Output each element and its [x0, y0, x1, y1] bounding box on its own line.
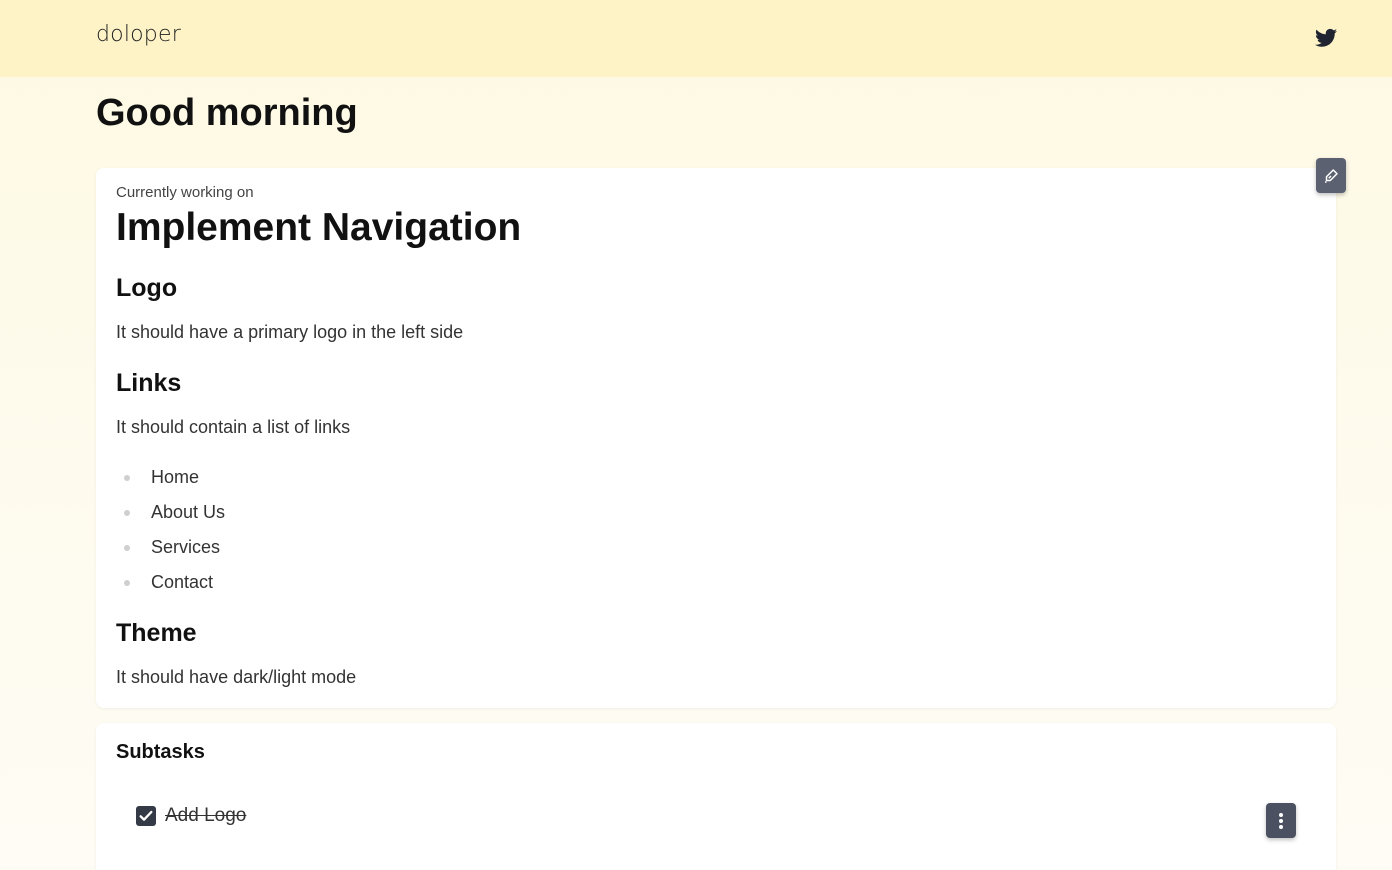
section-text-theme: It should have dark/light mode [116, 667, 357, 687]
section-text-logo: It should have a primary logo in the lef… [116, 322, 464, 342]
list-item-label: Services [151, 537, 221, 557]
edit-task-button[interactable] [1316, 158, 1346, 193]
section-heading-logo: Logo [116, 274, 178, 302]
section-text-links: It should contain a list of links [116, 417, 351, 437]
subtask-label[interactable]: Add Logo [165, 805, 246, 827]
brand-logo[interactable]: doloper [96, 22, 181, 47]
bullet-icon [124, 510, 130, 516]
subtasks-card: Subtasks Add Logo [96, 723, 1336, 870]
twitter-icon[interactable] [1315, 28, 1337, 48]
current-task-label: Currently working on [116, 184, 254, 201]
top-bar: doloper [0, 0, 1392, 77]
subtask-menu-button[interactable] [1266, 803, 1296, 838]
current-task-card: Currently working on Implement Navigatio… [96, 168, 1336, 708]
bullet-icon [124, 580, 130, 586]
section-heading-theme: Theme [116, 619, 197, 647]
checkmark-icon [139, 810, 153, 821]
page-title: Good morning [96, 92, 358, 134]
list-item-label: Home [151, 467, 200, 487]
list-item-label: About Us [151, 502, 226, 522]
section-heading-links: Links [116, 369, 182, 397]
bullet-icon [124, 545, 130, 551]
task-title: Implement Navigation [116, 206, 522, 249]
list-item-label: Contact [151, 572, 214, 592]
kebab-icon [1279, 812, 1283, 829]
pen-icon [1325, 168, 1338, 183]
subtask-checkbox[interactable] [136, 806, 156, 826]
subtasks-title: Subtasks [116, 741, 205, 763]
bullet-icon [124, 475, 130, 481]
